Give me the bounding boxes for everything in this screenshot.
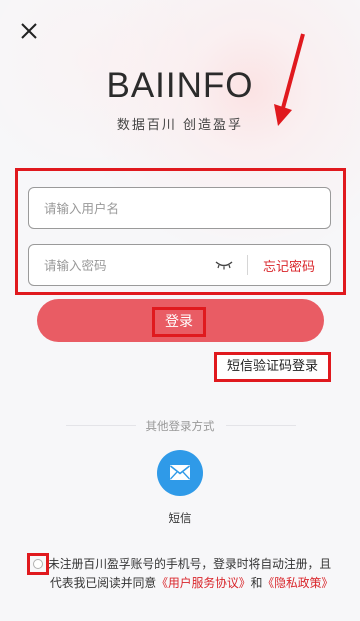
service-agreement-link[interactable]: 《用户服务协议》 <box>156 576 250 590</box>
agreement-prefix: 代表我已阅读并同意 <box>50 576 157 590</box>
password-input[interactable] <box>44 245 204 285</box>
forgot-password-link[interactable]: 忘记密码 <box>263 256 315 275</box>
login-button-label[interactable]: 登录 <box>155 310 203 334</box>
divider <box>247 255 248 275</box>
username-field[interactable] <box>28 187 331 229</box>
brand-logo: BAIINFO <box>106 66 254 105</box>
brand-slogan: 数据百川 创造盈孚 <box>116 118 244 133</box>
agreement-and: 和 <box>250 576 263 590</box>
close-icon[interactable] <box>18 20 40 42</box>
annotation-box-checkbox <box>27 553 49 575</box>
agreement-checkbox[interactable] <box>33 559 43 569</box>
other-login-methods-title: 其他登录方式 <box>145 419 215 433</box>
username-input[interactable] <box>44 188 204 228</box>
mail-icon <box>170 465 190 480</box>
password-field[interactable]: 忘记密码 <box>28 244 331 286</box>
sms-login-button[interactable] <box>157 450 203 496</box>
eye-closed-icon[interactable] <box>215 260 233 270</box>
sms-code-login-link[interactable]: 短信验证码登录 <box>217 355 328 379</box>
privacy-policy-link[interactable]: 《隐私政策》 <box>262 576 333 590</box>
agreement-line-2: 代表我已阅读并同意《用户服务协议》和《隐私政策》 <box>28 574 348 593</box>
agreement-text: 未注册百川盈孚账号的手机号，登录时将自动注册，且 代表我已阅读并同意《用户服务协… <box>28 555 348 593</box>
annotation-box-sms-login: 短信验证码登录 <box>214 352 331 382</box>
agreement-line-1: 未注册百川盈孚账号的手机号，登录时将自动注册，且 <box>48 557 332 571</box>
annotation-box-login: 登录 <box>152 307 206 337</box>
sms-login-label: 短信 <box>168 511 192 525</box>
